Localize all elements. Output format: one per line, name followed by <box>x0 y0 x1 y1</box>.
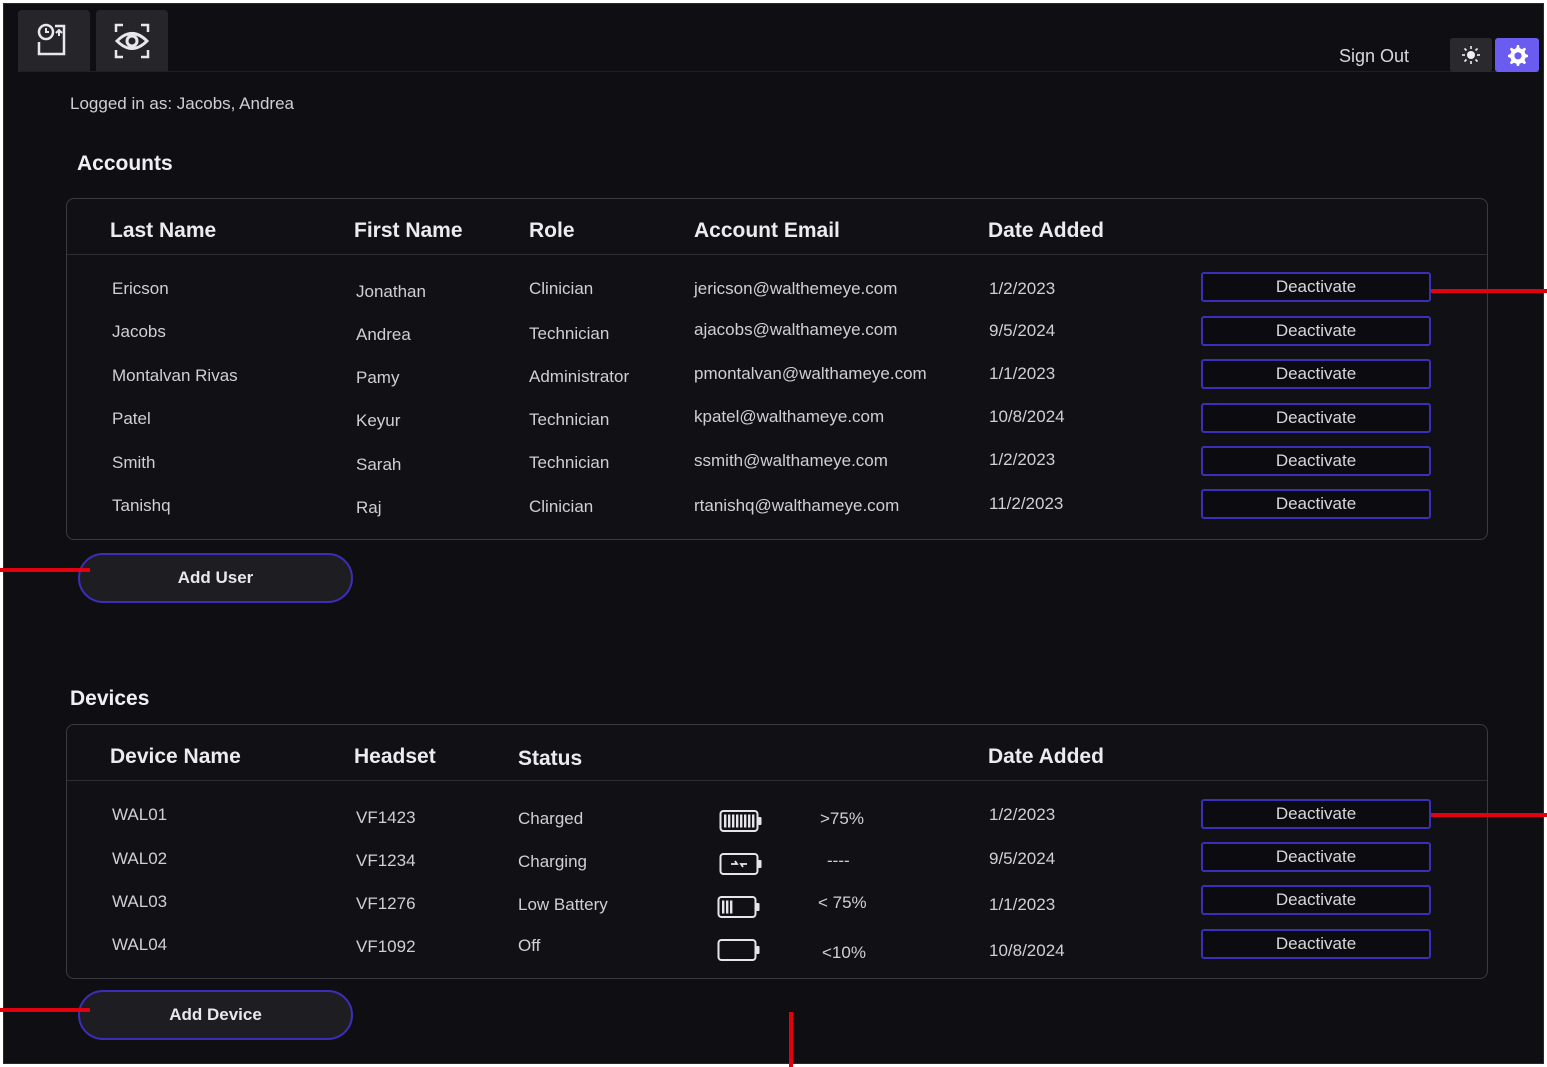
deactivate-button[interactable]: Deactivate <box>1201 316 1431 346</box>
col-device-name: Device Name <box>110 745 241 768</box>
header-divider <box>20 71 1539 72</box>
col-first-name: First Name <box>354 219 463 242</box>
deactivate-button[interactable]: Deactivate <box>1201 929 1431 959</box>
headset-cell: VF1276 <box>356 894 416 913</box>
history-export-tab[interactable] <box>18 10 90 72</box>
settings-button[interactable] <box>1495 38 1539 72</box>
date-cell: 1/2/2023 <box>989 279 1056 298</box>
last-name-cell: Ericson <box>112 279 169 298</box>
email-cell: jericson@walthemeye.com <box>694 279 898 298</box>
device-name-cell: WAL03 <box>112 892 168 911</box>
add-user-button[interactable]: Add User <box>78 553 353 603</box>
date-cell: 1/1/2023 <box>989 364 1056 383</box>
devices-title: Devices <box>70 687 150 710</box>
theme-toggle-button[interactable] <box>1450 38 1492 72</box>
last-name-cell: Montalvan Rivas <box>112 366 238 385</box>
accounts-table-header: Last Name First Name Role Account Email … <box>67 199 1487 255</box>
status-cell: Off <box>518 936 541 955</box>
deactivate-button[interactable]: Deactivate <box>1201 489 1431 519</box>
device-name-cell: WAL02 <box>112 849 168 868</box>
battery-level-cell: ---- <box>827 851 850 870</box>
role-cell: Clinician <box>529 279 594 298</box>
first-name-cell: Andrea <box>356 325 411 344</box>
deactivate-button[interactable]: Deactivate <box>1201 446 1431 476</box>
col-last-name: Last Name <box>110 219 217 242</box>
col-status: Status <box>518 747 583 770</box>
last-name-cell: Jacobs <box>112 322 166 341</box>
clock-export-icon <box>37 23 66 56</box>
device-name-cell: WAL04 <box>112 935 168 954</box>
date-cell: 1/1/2023 <box>989 895 1056 914</box>
battery-empty-icon <box>717 939 760 961</box>
date-cell: 9/5/2024 <box>989 321 1056 340</box>
sun-icon <box>1462 46 1480 64</box>
annotation-line <box>1431 813 1547 817</box>
deactivate-button[interactable]: Deactivate <box>1201 272 1431 302</box>
battery-level-cell: <10% <box>822 943 866 962</box>
deactivate-button[interactable]: Deactivate <box>1201 885 1431 915</box>
devices-table-header: Device Name Headset Status Date Added <box>67 725 1487 781</box>
first-name-cell: Sarah <box>356 455 402 474</box>
email-cell: kpatel@walthameye.com <box>694 407 885 426</box>
last-name-cell: Smith <box>112 453 156 472</box>
devices-table: Device Name Headset Status Date Added WA… <box>66 724 1488 979</box>
battery-charging-icon <box>719 853 762 875</box>
first-name-cell: Jonathan <box>356 282 426 301</box>
email-cell: rtanishq@walthameye.com <box>694 496 900 515</box>
device-name-cell: WAL01 <box>112 805 168 824</box>
role-cell: Technician <box>529 453 610 472</box>
eye-scan-tab[interactable] <box>96 10 168 72</box>
email-cell: pmontalvan@walthameye.com <box>694 364 927 383</box>
col-date-added: Date Added <box>988 219 1104 242</box>
first-name-cell: Keyur <box>356 411 401 430</box>
battery-level-cell: < 75% <box>818 893 867 912</box>
date-cell: 10/8/2024 <box>989 941 1065 960</box>
status-cell: Low Battery <box>518 895 608 914</box>
role-cell: Technician <box>529 410 610 429</box>
deactivate-button[interactable]: Deactivate <box>1201 403 1431 433</box>
col-role: Role <box>529 219 575 242</box>
headset-cell: VF1092 <box>356 937 416 956</box>
annotation-line <box>0 1008 90 1012</box>
accounts-title: Accounts <box>77 152 173 175</box>
col-headset: Headset <box>354 745 436 768</box>
deactivate-button[interactable]: Deactivate <box>1201 799 1431 829</box>
date-cell: 9/5/2024 <box>989 849 1056 868</box>
role-cell: Technician <box>529 324 610 343</box>
first-name-cell: Raj <box>356 498 382 517</box>
email-cell: ssmith@walthameye.com <box>694 451 888 470</box>
date-cell: 1/2/2023 <box>989 805 1056 824</box>
role-cell: Clinician <box>529 497 594 516</box>
gear-icon <box>1508 45 1528 66</box>
eye-scan-icon <box>114 23 150 59</box>
add-device-button[interactable]: Add Device <box>78 990 353 1040</box>
annotation-line <box>789 1012 793 1067</box>
email-cell: ajacobs@walthameye.com <box>694 320 898 339</box>
accounts-table: Last Name First Name Role Account Email … <box>66 198 1488 540</box>
last-name-cell: Tanishq <box>112 496 171 515</box>
annotation-line <box>1431 289 1547 293</box>
col-date-added: Date Added <box>988 745 1104 768</box>
col-account-email: Account Email <box>694 219 840 242</box>
battery-low-icon <box>717 896 760 918</box>
annotation-line <box>0 568 90 572</box>
last-name-cell: Patel <box>112 409 151 428</box>
headset-cell: VF1234 <box>356 851 416 870</box>
date-cell: 11/2/2023 <box>989 494 1064 513</box>
battery-level-cell: >75% <box>820 809 864 828</box>
battery-full-icon <box>719 810 762 832</box>
deactivate-button[interactable]: Deactivate <box>1201 359 1431 389</box>
role-cell: Administrator <box>529 367 630 386</box>
first-name-cell: Pamy <box>356 368 400 387</box>
headset-cell: VF1423 <box>356 808 416 827</box>
status-cell: Charging <box>518 852 587 871</box>
status-cell: Charged <box>518 809 584 828</box>
logged-in-label: Logged in as: Jacobs, Andrea <box>70 94 294 113</box>
date-cell: 1/2/2023 <box>989 450 1056 469</box>
date-cell: 10/8/2024 <box>989 407 1065 426</box>
app-window: Sign Out Logged in as: Jacobs, Andrea Ac… <box>3 3 1544 1064</box>
deactivate-button[interactable]: Deactivate <box>1201 842 1431 872</box>
sign-out-button[interactable]: Sign Out <box>1324 42 1424 70</box>
